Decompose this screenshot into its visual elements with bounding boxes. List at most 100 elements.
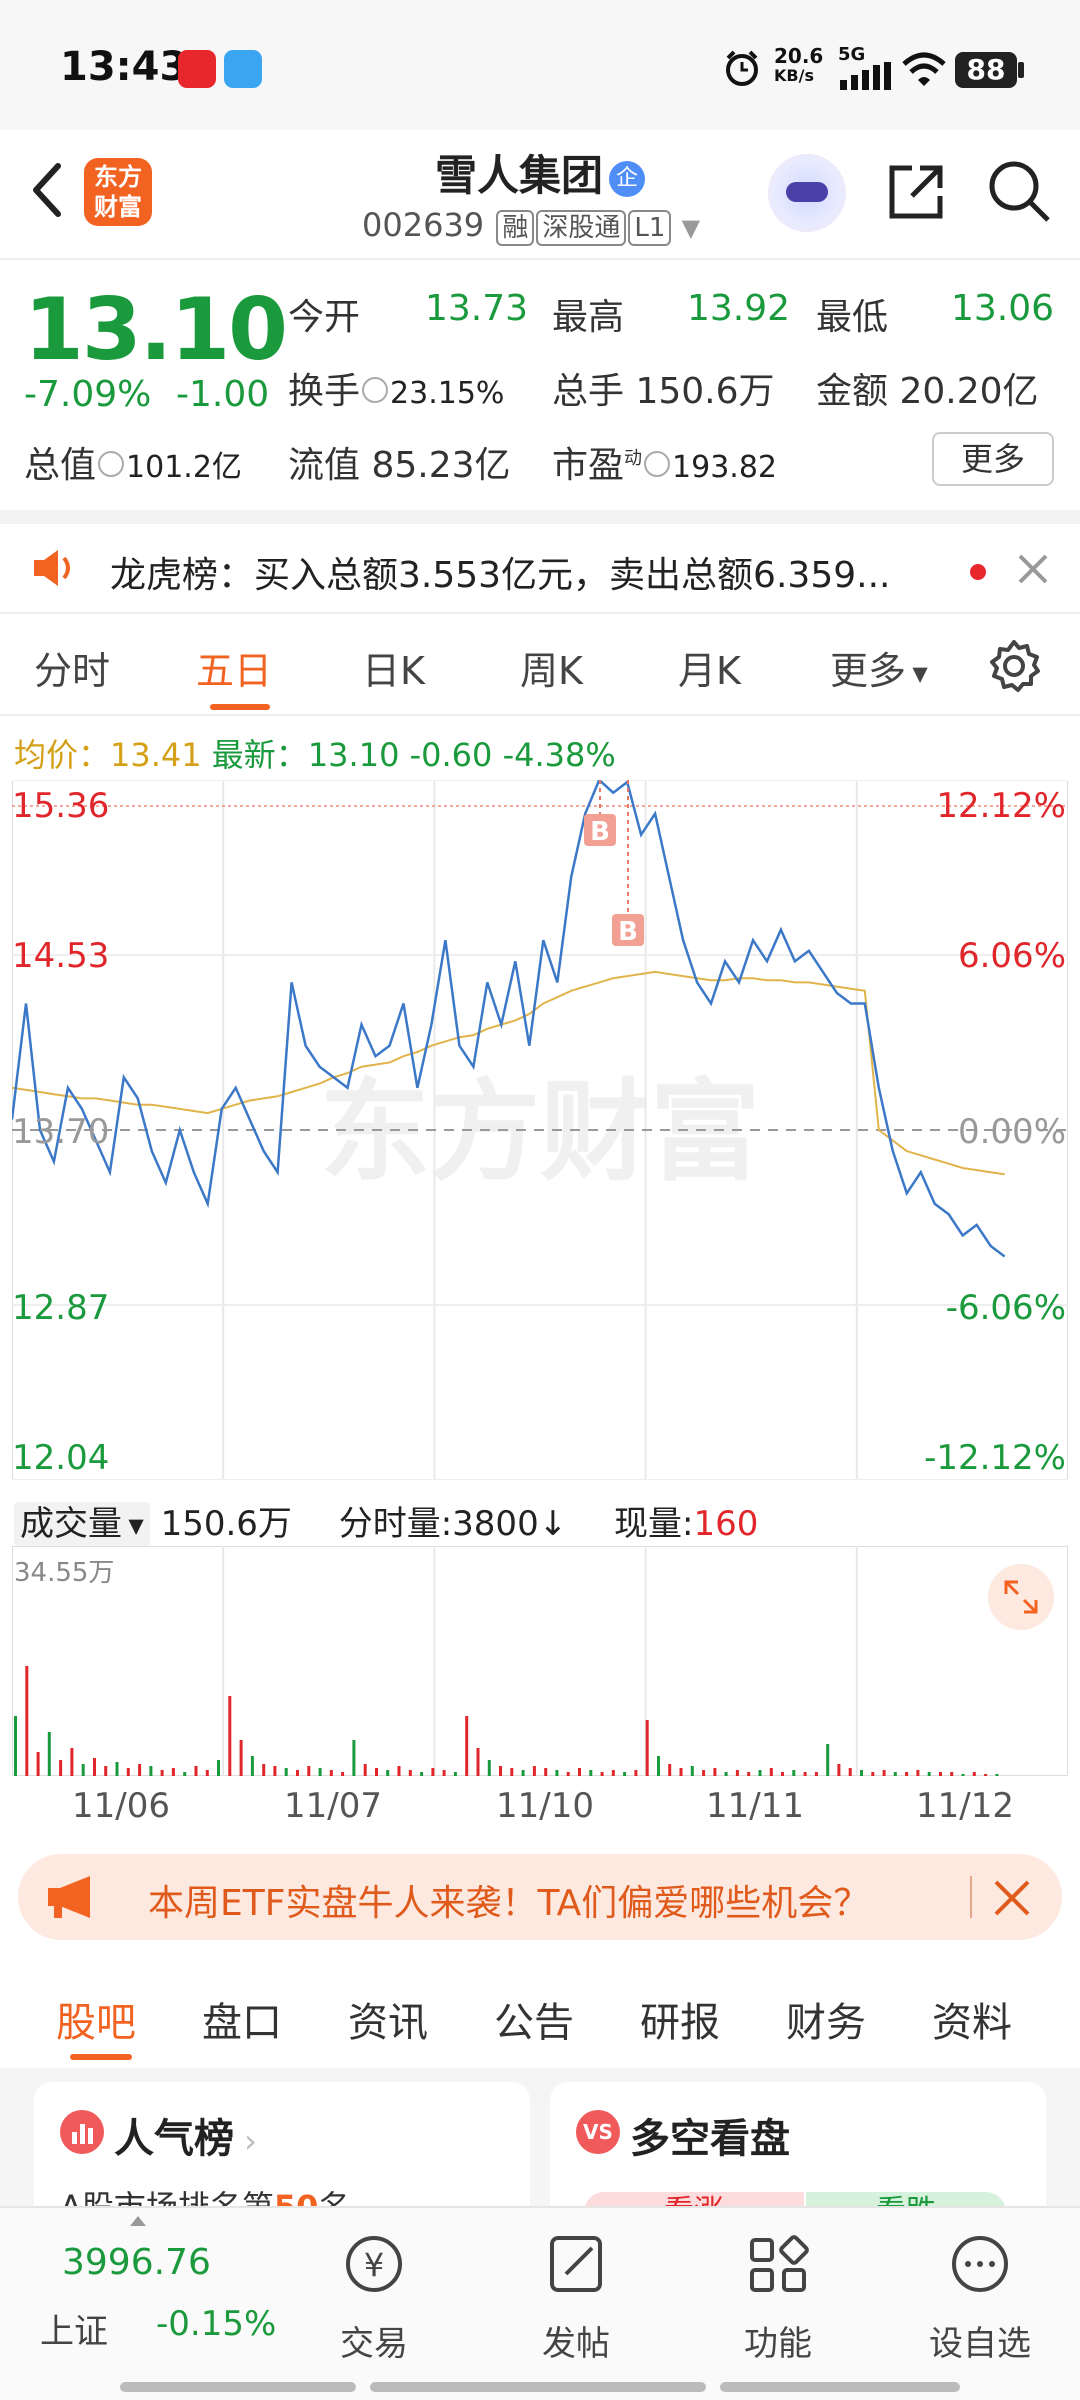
tab-intraday[interactable]: 分时 <box>34 640 110 695</box>
volume-bar <box>860 1770 863 1776</box>
mktcap-value: 101.2亿 <box>126 450 242 485</box>
bull-bear-card[interactable]: VS 多空看盘 看涨 看跌 <box>550 2082 1046 2232</box>
volume-bar <box>510 1768 514 1776</box>
tab-profile[interactable]: 资料 <box>932 1990 1012 2048</box>
chart-bars-icon <box>60 2110 104 2154</box>
volume-bar <box>747 1772 751 1776</box>
high-value: 13.92 <box>686 288 790 329</box>
volume-bar <box>217 1760 220 1776</box>
nav-add-watchlist[interactable]: 设自选 <box>900 2228 1060 2364</box>
low-value: 13.06 <box>950 288 1054 329</box>
volume-bar <box>623 1772 627 1776</box>
news-text: 龙虎榜：买入总额3.553亿元，卖出总额6.359... <box>110 555 891 596</box>
index-value[interactable]: 3996.76 <box>62 2242 211 2283</box>
volume-bar <box>611 1770 615 1776</box>
news-ticker[interactable]: 龙虎榜：买入总额3.553亿元，卖出总额6.359... <box>0 510 1080 614</box>
assistant-avatar-icon[interactable] <box>768 154 846 232</box>
insight-cards: 人气榜 › A股市场排名第50名 VS 多空看盘 看涨 看跌 <box>0 2068 1080 2232</box>
megaphone-icon <box>48 1876 90 1918</box>
volume-bar <box>250 1756 254 1776</box>
volume-bar <box>544 1768 548 1776</box>
volume-bar <box>555 1770 559 1776</box>
status-time: 13:43 <box>60 44 188 90</box>
tab-five-day[interactable]: 五日 <box>196 640 272 695</box>
promo-banner[interactable]: 本周ETF实盘牛人来袭！TA们偏爱哪些机会？ <box>18 1854 1062 1940</box>
volume-bar <box>465 1716 469 1776</box>
expand-chart-button[interactable] <box>988 1564 1054 1630</box>
tab-daily-k[interactable]: 日K <box>362 640 425 695</box>
volume-bar <box>566 1772 570 1776</box>
volume-bar <box>104 1766 108 1776</box>
gesture-bar <box>370 2382 706 2392</box>
tab-forum[interactable]: 股吧 <box>56 1990 136 2048</box>
y-tick-right-0: 12.12% <box>936 786 1066 826</box>
y-tick-left-3: 12.87 <box>12 1288 110 1328</box>
pe-label: 市盈动 193.82 <box>552 445 777 486</box>
volume-bar <box>115 1762 119 1776</box>
chevron-down-icon[interactable]: ▼ <box>682 214 700 242</box>
open-value: 13.73 <box>424 288 528 329</box>
volume-bar <box>329 1770 333 1776</box>
volume-bar <box>848 1768 852 1776</box>
tab-news[interactable]: 资讯 <box>348 1990 428 2048</box>
close-icon[interactable] <box>992 1878 1032 1918</box>
popularity-card[interactable]: 人气榜 › A股市场排名第50名 <box>34 2082 530 2226</box>
current-volume: 160 <box>693 1504 759 1544</box>
tab-monthly-k[interactable]: 月K <box>678 640 741 695</box>
mktcap-label: 总值 101.2亿 <box>24 445 242 486</box>
connect-tag: 深股通 <box>536 210 627 246</box>
volume-bar <box>927 1772 931 1776</box>
svg-text:B: B <box>618 917 638 947</box>
volume-bar <box>532 1766 536 1776</box>
volume-total: 150.6万 <box>160 1504 292 1544</box>
volume-bar <box>995 1774 999 1776</box>
volume-bar <box>814 1772 818 1776</box>
info-icon[interactable] <box>362 377 389 403</box>
level-tag[interactable]: L1 <box>628 210 672 246</box>
close-icon[interactable] <box>1016 552 1050 586</box>
tab-financials[interactable]: 财务 <box>786 1990 866 2048</box>
volume-bar <box>961 1774 965 1776</box>
enterprise-badge: 企 <box>609 160 645 197</box>
tab-orderbook[interactable]: 盘口 <box>202 1990 282 2048</box>
stock-subtitle: 002639 融深股通 L1 ▼ <box>362 206 700 246</box>
y-tick-left-1: 14.53 <box>12 936 110 976</box>
open-label: 今开 <box>288 297 361 338</box>
volume-bar <box>239 1740 243 1776</box>
info-icon[interactable] <box>98 451 125 477</box>
volume-bar <box>36 1752 40 1776</box>
nav-functions[interactable]: 功能 <box>698 2228 858 2364</box>
vs-icon: VS <box>576 2110 620 2154</box>
volume-bar <box>171 1768 175 1776</box>
share-icon[interactable] <box>884 160 948 224</box>
volume-selector[interactable]: 成交量 ▼ <box>14 1502 150 1546</box>
chart-period-tabs: 分时 五日 日K 周K 月K 更多 ▼ <box>0 616 1080 716</box>
tab-research[interactable]: 研报 <box>640 1990 720 2048</box>
expand-icon <box>1004 1580 1038 1614</box>
volume-bar <box>690 1766 694 1776</box>
tab-announcements[interactable]: 公告 <box>494 1990 574 2048</box>
volume-value: 150.6万 <box>635 371 775 412</box>
pe-value: 193.82 <box>672 450 777 485</box>
info-icon[interactable] <box>644 451 671 477</box>
volume-bar <box>972 1772 976 1776</box>
index-name[interactable]: 上证 <box>40 2304 108 2353</box>
y-tick-left-4: 12.04 <box>12 1438 110 1478</box>
volume-bar <box>826 1744 830 1776</box>
active-tab-indicator <box>210 704 270 710</box>
tab-more[interactable]: 更多 ▼ <box>830 640 928 695</box>
volume-bar <box>476 1748 480 1776</box>
settings-gear-icon[interactable] <box>986 638 1042 694</box>
y-tick-right-3: -6.06% <box>945 1288 1066 1328</box>
volume-chart[interactable] <box>12 1546 1068 1776</box>
banner-divider <box>970 1876 972 1918</box>
five-day-price-chart[interactable]: 东方财富 B B <box>12 780 1068 1480</box>
index-change[interactable]: -0.15% <box>156 2304 276 2344</box>
down-arrow-icon: ↓ <box>538 1504 568 1544</box>
more-button[interactable]: 更多 <box>932 432 1054 486</box>
search-icon[interactable] <box>986 158 1052 224</box>
nav-trade[interactable]: ¥ 交易 <box>294 2228 454 2364</box>
volume-bar <box>792 1770 796 1776</box>
tab-weekly-k[interactable]: 周K <box>520 640 583 695</box>
nav-post[interactable]: 发帖 <box>496 2228 656 2364</box>
